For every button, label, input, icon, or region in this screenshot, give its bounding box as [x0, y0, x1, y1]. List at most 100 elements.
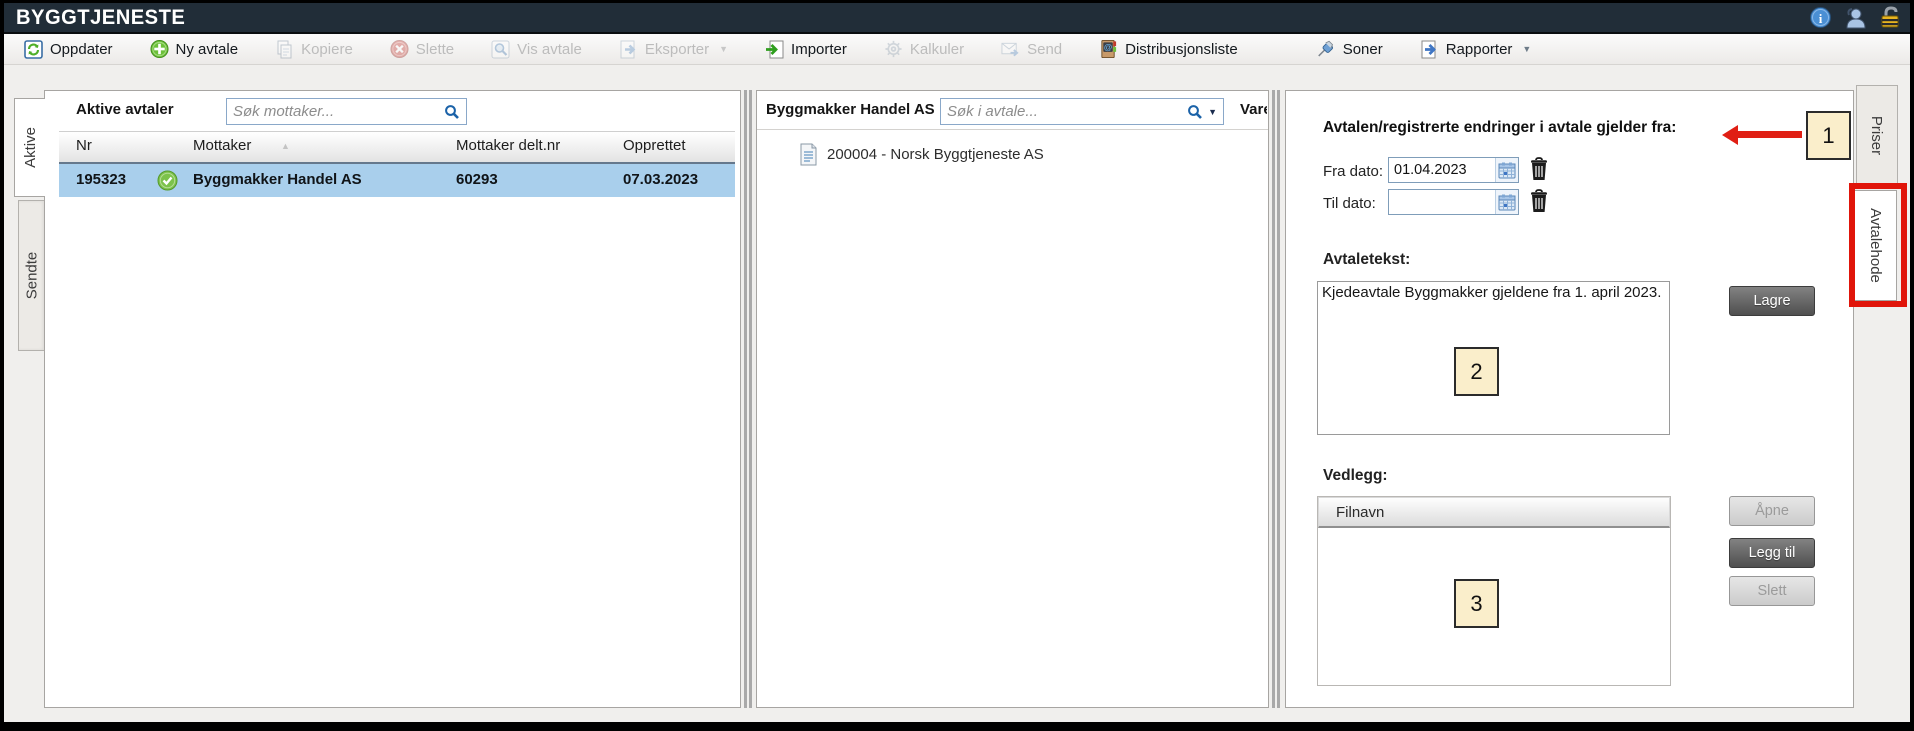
- cell-delt-nr: 60293: [456, 171, 498, 188]
- application-window: BYGGTJENESTE i Oppdater Ny avtale: [4, 3, 1910, 722]
- tab-label: Sendte: [24, 252, 41, 300]
- avtaletekst-value: Kjedeavtale Byggmakker gjeldene fra 1. a…: [1322, 284, 1661, 301]
- lagre-button[interactable]: Lagre: [1729, 286, 1815, 316]
- filnavn-column-header: Filnavn: [1318, 497, 1670, 528]
- toolbar-button-oppdater[interactable]: Oppdater: [24, 40, 113, 59]
- header-divider: [757, 129, 1268, 130]
- check-circle-icon: [157, 170, 178, 195]
- svg-text:i: i: [1819, 11, 1823, 26]
- unlock-icon[interactable]: [1878, 6, 1902, 29]
- fra-dato-field: [1388, 157, 1519, 183]
- search-icon[interactable]: [444, 104, 460, 120]
- delete-circle-icon: [390, 40, 409, 59]
- column-header-nr[interactable]: Nr: [76, 137, 92, 154]
- avtaletekst-label: Avtaletekst:: [1323, 251, 1410, 269]
- export-arrow-icon: [619, 40, 638, 59]
- tab-label: Aktive: [22, 127, 39, 168]
- search-avtale-box: ▼: [940, 98, 1224, 125]
- panel-title: Aktive avtaler: [76, 101, 174, 118]
- import-arrow-icon: [765, 40, 784, 59]
- annotation-box-1: 1: [1806, 111, 1851, 160]
- tab-priser[interactable]: Priser: [1856, 85, 1898, 186]
- toolbar-button-eksporter[interactable]: Eksporter ▼: [619, 40, 728, 59]
- magnifier-icon: [491, 40, 510, 59]
- search-mottaker-box: [226, 98, 467, 125]
- tab-aktive[interactable]: Aktive: [14, 98, 45, 197]
- panel-splitter[interactable]: [1269, 90, 1283, 708]
- cell-mottaker: Byggmakker Handel AS: [193, 171, 362, 188]
- toolbar-label: Eksporter: [645, 41, 709, 58]
- tree-item-label: 200004 - Norsk Byggtjeneste AS: [827, 146, 1044, 163]
- panel-title: Byggmakker Handel AS: [766, 101, 935, 118]
- trash-icon[interactable]: [1529, 189, 1549, 213]
- toolbar-label: Kalkuler: [910, 41, 964, 58]
- toolbar-label: Ny avtale: [176, 41, 239, 58]
- toolbar-label: Soner: [1343, 41, 1383, 58]
- toolbar-label: Distribusjonsliste: [1125, 41, 1238, 58]
- agreement-tree-panel: Byggmakker Handel AS ▼ Vareeie 200004 - …: [756, 90, 1269, 708]
- toolbar: Oppdater Ny avtale Kopiere Slette Vis av: [4, 34, 1910, 65]
- annotation-highlight-rect: [1849, 183, 1907, 307]
- toolbar-button-rapporter[interactable]: Rapporter ▼: [1420, 40, 1532, 59]
- search-icon[interactable]: [1187, 104, 1203, 120]
- toolbar-button-send[interactable]: Send: [1001, 40, 1062, 59]
- toolbar-label: Send: [1027, 41, 1062, 58]
- gear-icon: [884, 40, 903, 59]
- legg-til-button[interactable]: Legg til: [1729, 538, 1815, 568]
- info-icon[interactable]: i: [1809, 6, 1832, 29]
- calendar-icon[interactable]: [1495, 158, 1518, 182]
- toolbar-button-kopiere[interactable]: Kopiere: [275, 40, 353, 59]
- apne-button[interactable]: Åpne: [1729, 496, 1815, 526]
- column-header-opprettet[interactable]: Opprettet: [623, 137, 686, 154]
- til-dato-input[interactable]: [1389, 194, 1495, 210]
- active-agreements-panel: Aktive avtaler Nr Mottaker ▲ Mottaker de…: [44, 90, 741, 708]
- toolbar-button-soner[interactable]: Soner: [1317, 40, 1383, 59]
- agreements-table: Nr Mottaker ▲ Mottaker delt.nr Opprettet…: [59, 131, 735, 197]
- chevron-down-icon: ▼: [719, 44, 728, 54]
- plus-circle-icon: [150, 40, 169, 59]
- slett-button[interactable]: Slett: [1729, 576, 1815, 606]
- toolbar-label: Importer: [791, 41, 847, 58]
- panel-splitter[interactable]: [741, 90, 755, 708]
- toolbar-button-kalkuler[interactable]: Kalkuler: [884, 40, 964, 59]
- fra-dato-label: Fra dato:: [1323, 163, 1383, 180]
- table-row[interactable]: 195323 Byggmakker Handel AS 60293 07.03.…: [59, 164, 735, 197]
- refresh-icon: [24, 40, 43, 59]
- vareeier-label: Vareeie: [1240, 101, 1267, 118]
- column-header-mottaker[interactable]: Mottaker: [193, 137, 251, 154]
- annotation-box-2: 2: [1454, 347, 1499, 396]
- document-icon: [799, 143, 818, 166]
- sort-asc-icon: ▲: [281, 141, 290, 151]
- toolbar-label: Rapporter: [1446, 41, 1513, 58]
- trash-icon[interactable]: [1529, 157, 1549, 181]
- column-header-delt-nr[interactable]: Mottaker delt.nr: [456, 137, 560, 154]
- copy-icon: [275, 40, 294, 59]
- toolbar-button-slette[interactable]: Slette: [390, 40, 454, 59]
- tree-item-agreement[interactable]: 200004 - Norsk Byggtjeneste AS: [799, 143, 1044, 166]
- annotation-arrow-1: [1722, 125, 1802, 145]
- tab-label: Priser: [1868, 116, 1885, 155]
- annotation-box-3: 3: [1454, 579, 1499, 628]
- toolbar-label: Vis avtale: [517, 41, 582, 58]
- toolbar-button-ny-avtale[interactable]: Ny avtale: [150, 40, 239, 59]
- fra-dato-input[interactable]: [1389, 162, 1495, 178]
- toolbar-label: Kopiere: [301, 41, 353, 58]
- agreement-header-panel: Avtalen/registrerte endringer i avtale g…: [1285, 90, 1854, 708]
- search-dropdown-icon[interactable]: ▼: [1208, 107, 1217, 117]
- tab-sendte[interactable]: Sendte: [18, 200, 46, 351]
- toolbar-button-distribusjonsliste[interactable]: @ Distribusjonsliste: [1099, 40, 1238, 59]
- validity-heading: Avtalen/registrerte endringer i avtale g…: [1323, 119, 1676, 137]
- column-label: Filnavn: [1336, 504, 1384, 521]
- search-mottaker-input[interactable]: [227, 103, 444, 120]
- svg-text:@: @: [1104, 42, 1112, 52]
- app-title: BYGGTJENESTE: [16, 6, 185, 30]
- search-avtale-input[interactable]: [941, 103, 1187, 120]
- user-icon[interactable]: [1843, 6, 1867, 29]
- toolbar-button-vis-avtale[interactable]: Vis avtale: [491, 40, 582, 59]
- pushpin-icon: [1317, 40, 1336, 59]
- chevron-down-icon: ▼: [1522, 44, 1531, 54]
- vedlegg-label: Vedlegg:: [1323, 467, 1388, 485]
- calendar-icon[interactable]: [1495, 190, 1518, 214]
- toolbar-label: Oppdater: [50, 41, 113, 58]
- toolbar-button-importer[interactable]: Importer: [765, 40, 847, 59]
